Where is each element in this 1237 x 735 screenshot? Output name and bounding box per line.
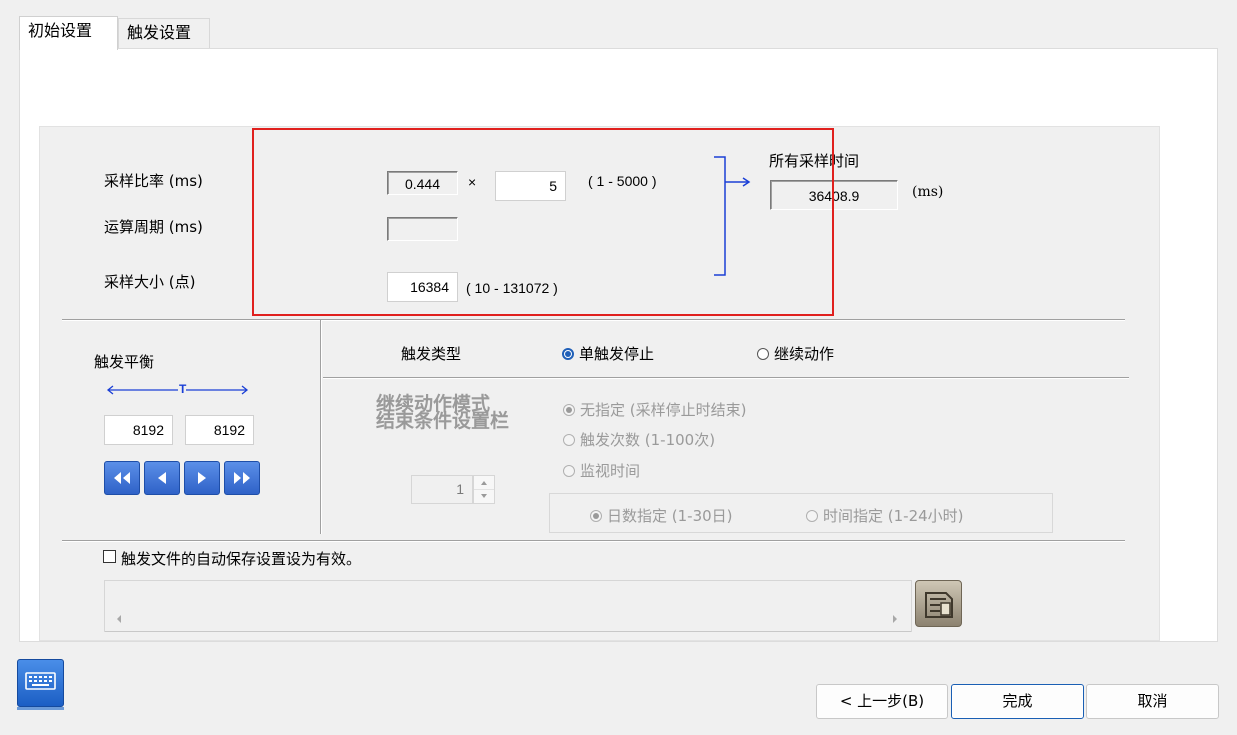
radio-dot xyxy=(590,509,602,522)
tab-initial-settings[interactable]: 初始设置 xyxy=(19,16,118,50)
keyboard-icon[interactable] xyxy=(17,659,64,707)
double-right-icon[interactable] xyxy=(224,461,260,495)
divider-vertical xyxy=(320,320,322,534)
radio-dot xyxy=(806,509,818,522)
radio-dot xyxy=(562,347,574,360)
highlight-box xyxy=(252,128,834,316)
spinner-buttons[interactable] xyxy=(473,475,495,504)
trigger-balance-title: 触发平衡 xyxy=(94,353,155,371)
autosave-checkbox[interactable] xyxy=(103,550,116,563)
divider-mid xyxy=(323,377,1129,379)
spinner-arrows-icon xyxy=(474,481,494,498)
balance-arrow-icon xyxy=(106,385,249,395)
continuous-action-label: 继续动作 xyxy=(774,345,835,363)
total-time-unit: (ms) xyxy=(912,184,944,200)
tab-trigger-settings[interactable]: 触发设置 xyxy=(118,18,210,48)
count-spinner-input[interactable]: 1 xyxy=(411,475,473,504)
divider-bottom xyxy=(62,540,1125,542)
hours-spec-label: 时间指定 (1-24小时) xyxy=(823,507,964,525)
continuous-mode-title-2: 结束条件设置栏 xyxy=(376,410,510,432)
scroll-right-icon[interactable] xyxy=(891,614,899,624)
days-spec-label: 日数指定 (1-30日) xyxy=(607,507,733,525)
cancel-button[interactable]: 取消 xyxy=(1086,684,1219,719)
right-icon[interactable] xyxy=(184,461,220,495)
sample-size-label: 采样大小 (点) xyxy=(104,273,196,291)
double-left-icon[interactable] xyxy=(104,461,140,495)
monitor-time-label: 监视时间 xyxy=(580,462,641,480)
sampling-rate-label: 采样比率 (ms) xyxy=(104,172,203,190)
no-spec-label: 无指定 (采样停止时结束) xyxy=(580,401,747,419)
balance-left-input[interactable]: 8192 xyxy=(104,415,173,445)
trigger-type-label: 触发类型 xyxy=(401,345,462,363)
days-spec-radio[interactable]: 日数指定 (1-30日) xyxy=(590,505,733,526)
keyboard-icon-shadow xyxy=(17,707,64,710)
balance-right-input[interactable]: 8192 xyxy=(185,415,254,445)
divider-top xyxy=(62,319,1125,321)
continuous-action-radio[interactable]: 继续动作 xyxy=(757,343,834,364)
monitor-time-radio[interactable]: 监视时间 xyxy=(563,460,640,481)
back-button[interactable]: < 上一步(B) xyxy=(816,684,948,719)
no-spec-radio[interactable]: 无指定 (采样停止时结束) xyxy=(563,399,746,420)
autosave-path-field[interactable] xyxy=(104,580,912,632)
autosave-label: 触发文件的自动保存设置设为有效。 xyxy=(121,550,362,568)
balance-marker: T xyxy=(179,382,187,396)
path-scrollbar[interactable] xyxy=(105,631,911,632)
finish-button[interactable]: 完成 xyxy=(951,684,1084,719)
browse-folder-icon[interactable] xyxy=(915,580,962,627)
scroll-left-icon[interactable] xyxy=(115,614,123,624)
cycle-period-label: 运算周期 (ms) xyxy=(104,218,203,236)
radio-dot xyxy=(563,464,575,477)
single-trigger-stop-label: 单触发停止 xyxy=(579,345,655,363)
radio-dot xyxy=(563,433,575,446)
single-trigger-stop-radio[interactable]: 单触发停止 xyxy=(562,343,654,364)
left-icon[interactable] xyxy=(144,461,180,495)
radio-dot xyxy=(563,403,575,416)
radio-dot xyxy=(757,347,769,360)
trigger-count-radio[interactable]: 触发次数 (1-100次) xyxy=(563,429,715,450)
hours-spec-radio[interactable]: 时间指定 (1-24小时) xyxy=(806,505,964,526)
trigger-count-label: 触发次数 (1-100次) xyxy=(580,431,716,449)
